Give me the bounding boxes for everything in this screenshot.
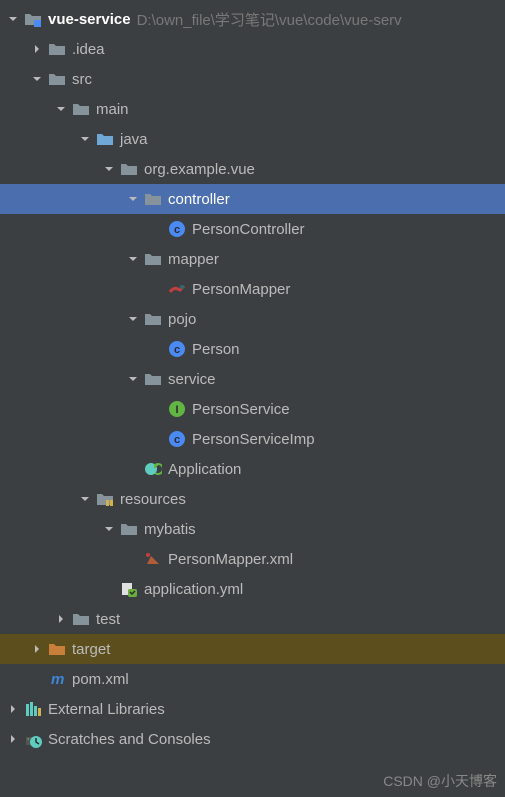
tree-node-label: service <box>168 371 216 388</box>
package-icon <box>144 250 162 268</box>
folder-icon <box>48 70 66 88</box>
folder-icon <box>120 520 138 538</box>
tree-node-src[interactable]: src <box>0 64 505 94</box>
tree-node-pkg[interactable]: org.example.vue <box>0 154 505 184</box>
tree-node-label: test <box>96 611 120 628</box>
tree-node-label: PersonMapper <box>192 281 290 298</box>
mapper-icon <box>168 280 186 298</box>
tree-node-root[interactable]: vue-service D:\own_file\学习笔记\vue\code\vue… <box>0 4 505 34</box>
tree-node-label: External Libraries <box>48 701 165 718</box>
chevron-down-icon[interactable] <box>126 192 140 206</box>
tree-node-mybatis[interactable]: mybatis <box>0 514 505 544</box>
tree-node-label: mapper <box>168 251 219 268</box>
pom-icon: m <box>48 670 66 688</box>
tree-node-label: src <box>72 71 92 88</box>
tree-node-label: Scratches and Consoles <box>48 731 211 748</box>
tree-node-app[interactable]: Application <box>0 454 505 484</box>
svg-text:I: I <box>175 404 178 416</box>
tree-node-ext[interactable]: External Libraries <box>0 694 505 724</box>
tree-node-main[interactable]: main <box>0 94 505 124</box>
scratch-icon <box>24 730 42 748</box>
folder-icon <box>72 610 90 628</box>
project-path: D:\own_file\学习笔记\vue\code\vue-serv <box>137 9 402 30</box>
tree-node-label: main <box>96 101 129 118</box>
tree-node-ps[interactable]: I PersonService <box>0 394 505 424</box>
class-icon: c <box>168 340 186 358</box>
chevron-down-icon[interactable] <box>126 312 140 326</box>
folder-icon <box>72 100 90 118</box>
chevron-right-icon[interactable] <box>6 702 20 716</box>
chevron-right-icon[interactable] <box>30 642 44 656</box>
package-icon <box>144 190 162 208</box>
folder-icon <box>48 40 66 58</box>
tree-node-target[interactable]: target <box>0 634 505 664</box>
chevron-down-icon[interactable] <box>102 522 116 536</box>
project-folder-icon <box>24 10 42 28</box>
tree-node-label: pojo <box>168 311 196 328</box>
class-icon: c <box>168 430 186 448</box>
tree-node-mapper[interactable]: mapper <box>0 244 505 274</box>
chevron-right-icon[interactable] <box>6 732 20 746</box>
target-folder-icon <box>48 640 66 658</box>
package-icon <box>120 160 138 178</box>
svg-text:m: m <box>51 671 64 688</box>
tree-node-pmxml[interactable]: PersonMapper.xml <box>0 544 505 574</box>
tree-node-label: org.example.vue <box>144 161 255 178</box>
svg-text:c: c <box>174 344 180 356</box>
tree-node-label: PersonService <box>192 401 290 418</box>
tree-node-pc[interactable]: c PersonController <box>0 214 505 244</box>
project-tree: vue-service D:\own_file\学习笔记\vue\code\vue… <box>0 0 505 754</box>
tree-node-controller[interactable]: controller <box>0 184 505 214</box>
tree-node-label: PersonMapper.xml <box>168 551 293 568</box>
chevron-down-icon[interactable] <box>54 102 68 116</box>
tree-node-pm[interactable]: PersonMapper <box>0 274 505 304</box>
svg-text:c: c <box>174 434 180 446</box>
chevron-down-icon[interactable] <box>30 72 44 86</box>
chevron-down-icon[interactable] <box>6 12 20 26</box>
package-icon <box>144 370 162 388</box>
chevron-right-icon[interactable] <box>30 42 44 56</box>
tree-node-label: java <box>120 131 148 148</box>
interface-icon: I <box>168 400 186 418</box>
res-folder-icon <box>96 490 114 508</box>
tree-node-person[interactable]: c Person <box>0 334 505 364</box>
tree-node-label: pom.xml <box>72 671 129 688</box>
chevron-down-icon[interactable] <box>102 162 116 176</box>
libs-icon <box>24 700 42 718</box>
tree-node-idea[interactable]: .idea <box>0 34 505 64</box>
xml-icon <box>144 550 162 568</box>
tree-node-resources[interactable]: resources <box>0 484 505 514</box>
tree-node-label: mybatis <box>144 521 196 538</box>
class-icon: c <box>168 220 186 238</box>
tree-node-label: PersonController <box>192 221 305 238</box>
chevron-down-icon[interactable] <box>78 492 92 506</box>
tree-node-pom[interactable]: m pom.xml <box>0 664 505 694</box>
tree-node-service[interactable]: service <box>0 364 505 394</box>
tree-node-label: target <box>72 641 110 658</box>
src-folder-icon <box>96 130 114 148</box>
svg-text:c: c <box>174 224 180 236</box>
tree-node-label: Person <box>192 341 240 358</box>
tree-node-label: application.yml <box>144 581 243 598</box>
chevron-down-icon[interactable] <box>126 252 140 266</box>
tree-node-label: controller <box>168 191 230 208</box>
tree-node-label: .idea <box>72 41 105 58</box>
tree-node-label: resources <box>120 491 186 508</box>
tree-node-java[interactable]: java <box>0 124 505 154</box>
tree-node-pojo[interactable]: pojo <box>0 304 505 334</box>
tree-node-scratch[interactable]: Scratches and Consoles <box>0 724 505 754</box>
tree-node-label: PersonServiceImp <box>192 431 315 448</box>
chevron-right-icon[interactable] <box>54 612 68 626</box>
app-icon <box>144 460 162 478</box>
tree-node-test[interactable]: test <box>0 604 505 634</box>
tree-node-appyml[interactable]: application.yml <box>0 574 505 604</box>
tree-node-psi[interactable]: c PersonServiceImp <box>0 424 505 454</box>
package-icon <box>144 310 162 328</box>
tree-node-label: vue-service <box>48 11 131 28</box>
chevron-down-icon[interactable] <box>126 372 140 386</box>
watermark: CSDN @小天博客 <box>383 771 497 791</box>
yml-icon <box>120 580 138 598</box>
tree-node-label: Application <box>168 461 241 478</box>
chevron-down-icon[interactable] <box>78 132 92 146</box>
